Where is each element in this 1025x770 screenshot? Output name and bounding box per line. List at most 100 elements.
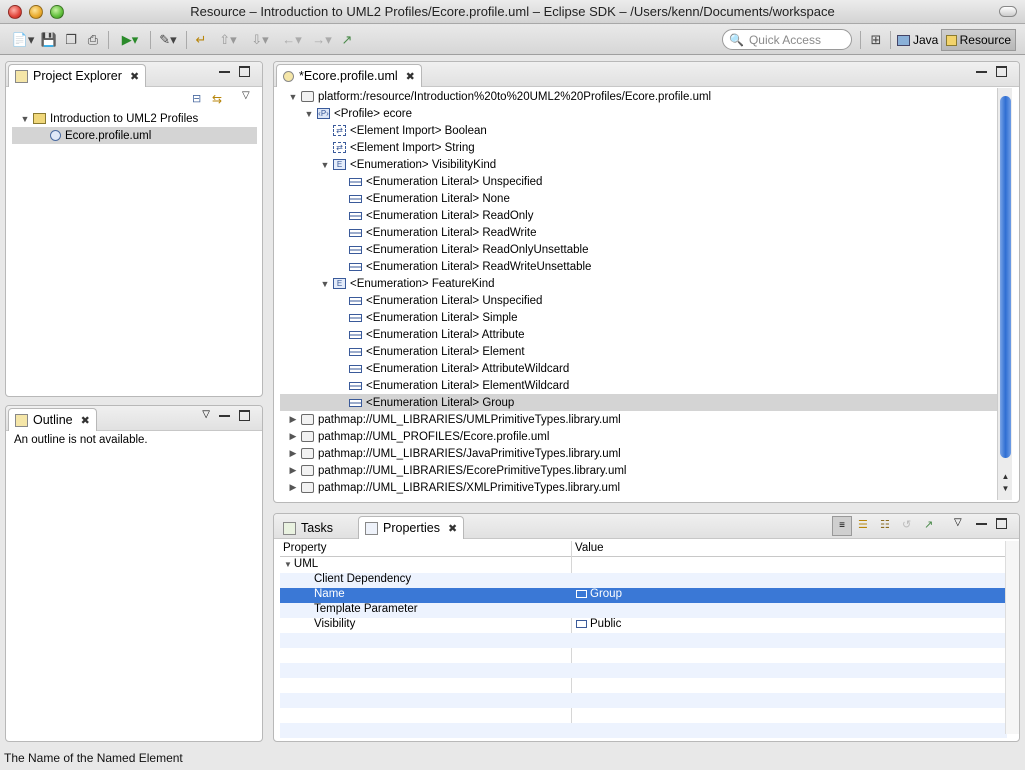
minimize-view-icon[interactable] (219, 410, 230, 417)
expand-icon[interactable]: ▶ (288, 482, 298, 493)
tree-node[interactable]: <Enumeration Literal> Group (280, 394, 997, 411)
last-edit-icon[interactable]: ↵ (192, 30, 210, 50)
collapse-icon[interactable]: ▼ (320, 279, 330, 289)
expand-icon[interactable]: ▶ (288, 414, 298, 425)
property-row[interactable]: Client Dependency (280, 573, 1007, 588)
show-advanced-icon[interactable]: ☰ (858, 518, 868, 531)
expand-icon[interactable]: ▶ (288, 448, 298, 459)
tree-node[interactable]: ▶ pathmap://UML_LIBRARIES/UMLPrimitiveTyp… (288, 411, 621, 428)
tree-node[interactable]: <Enumeration Literal> ReadWriteUnsettabl… (336, 258, 591, 275)
property-value[interactable]: Group (576, 588, 622, 600)
tree-node[interactable]: <Enumeration Literal> ReadOnlyUnsettable (336, 241, 588, 258)
tree-node[interactable]: ▶ pathmap://UML_PROFILES/Ecore.profile.um… (288, 428, 550, 445)
link-with-editor-icon[interactable]: ⇆ (212, 92, 222, 106)
editor-scrollbar[interactable]: ▲ ▼ (997, 88, 1012, 500)
expand-icon[interactable]: ▶ (288, 431, 298, 442)
property-value[interactable]: Public (576, 618, 621, 630)
tree-node[interactable]: <Enumeration Literal> ReadOnly (336, 207, 534, 224)
tree-node[interactable]: ⇄ <Element Import> String (320, 139, 475, 156)
perspective-java[interactable]: Java (893, 29, 942, 51)
tree-node[interactable]: ▼ E <Enumeration> FeatureKind (320, 275, 495, 292)
quick-access-input[interactable]: 🔍 Quick Access (722, 29, 852, 50)
tree-item-project[interactable]: ▼ Introduction to UML2 Profiles (20, 110, 199, 127)
tree-node[interactable]: <Enumeration Literal> ElementWildcard (336, 377, 569, 394)
tree-node[interactable]: <Enumeration Literal> Element (336, 343, 525, 360)
scroll-down-icon[interactable]: ▼ (998, 484, 1013, 496)
close-icon[interactable]: ✖ (448, 522, 457, 535)
tree-node[interactable]: ▼ E <Enumeration> VisibilityKind (320, 156, 497, 173)
tree-node[interactable]: <Enumeration Literal> AttributeWildcard (336, 360, 569, 377)
property-name: Visibility (314, 618, 356, 630)
tab-properties[interactable]: Properties ✖ (358, 516, 465, 539)
collapse-icon[interactable]: ▼ (304, 109, 314, 119)
close-icon[interactable]: ✖ (81, 414, 90, 427)
view-menu-icon[interactable]: ▽ (242, 90, 250, 101)
pencil-icon[interactable]: ✎▾ (154, 30, 182, 50)
tree-node[interactable]: ⇄ <Element Import> Boolean (320, 122, 487, 139)
minimize-editor-icon[interactable] (976, 66, 987, 73)
tree-node[interactable]: ▶ pathmap://UML_LIBRARIES/XMLPrimitiveTyp… (288, 479, 621, 496)
maximize-view-icon[interactable] (239, 410, 250, 421)
toolbar-toggle-button[interactable] (999, 6, 1017, 17)
tree-node[interactable]: <Enumeration Literal> Attribute (336, 326, 525, 343)
uml-file-icon (50, 130, 61, 141)
tree-node[interactable]: <Enumeration Literal> Unspecified (336, 173, 542, 190)
view-menu-icon[interactable]: ▽ (202, 409, 210, 420)
tree-node[interactable]: <Enumeration Literal> Simple (336, 309, 518, 326)
view-menu-icon[interactable]: ▽ (954, 517, 962, 528)
save-icon[interactable]: 💾 (40, 30, 58, 50)
close-icon[interactable]: ✖ (406, 70, 415, 83)
pin-icon[interactable]: ↗ (924, 518, 933, 531)
maximize-view-icon[interactable] (996, 518, 1007, 529)
close-icon[interactable]: ✖ (130, 70, 139, 83)
property-row[interactable]: Name Group (280, 588, 1007, 603)
collapse-icon[interactable]: ▼ (288, 92, 298, 102)
collapse-icon[interactable]: ▼ (320, 160, 330, 170)
open-perspective-icon[interactable]: ⊞ (866, 30, 886, 50)
scroll-up-icon[interactable]: ▲ (998, 472, 1013, 484)
scrollbar-thumb[interactable] (1000, 96, 1011, 458)
tree-node[interactable]: <Enumeration Literal> ReadWrite (336, 224, 536, 241)
prev-annotation-icon[interactable]: ⇧▾ (214, 30, 242, 50)
maximize-editor-icon[interactable] (996, 66, 1007, 77)
minimize-view-icon[interactable] (976, 518, 987, 525)
tab-outline[interactable]: Outline ✖ (8, 408, 97, 431)
tab-project-explorer[interactable]: Project Explorer ✖ (8, 64, 147, 87)
property-row[interactable]: ▼ UML (280, 558, 1007, 573)
minimize-view-icon[interactable] (219, 66, 230, 73)
collapse-icon[interactable]: ▼ (284, 560, 292, 569)
tree-node[interactable]: <Enumeration Literal> Unspecified (336, 292, 542, 309)
show-categories-icon[interactable]: ≡ (832, 516, 852, 536)
property-row[interactable]: Template Parameter (280, 603, 1007, 618)
maximize-view-icon[interactable] (239, 66, 250, 77)
new-icon[interactable]: 📄▾ (10, 30, 36, 50)
tree-node[interactable]: ▼ platform:/resource/Introduction%20to%20… (288, 88, 712, 105)
project-folder-icon (33, 113, 46, 124)
collapse-all-icon[interactable]: ⊟ (192, 92, 201, 105)
perspective-resource[interactable]: Resource (941, 29, 1016, 51)
restore-default-icon[interactable]: ↺ (902, 518, 911, 531)
column-property[interactable]: Property (283, 542, 326, 554)
outline-panel: Outline ✖ ▽ An outline is not available. (5, 405, 263, 742)
tree-node[interactable]: <Enumeration Literal> None (336, 190, 510, 207)
pin-editor-icon[interactable]: ↗ (338, 30, 356, 50)
column-value[interactable]: Value (575, 542, 604, 554)
tree-item-file[interactable]: Ecore.profile.uml (12, 127, 257, 144)
expand-icon[interactable]: ▶ (288, 465, 298, 476)
tree-node[interactable]: ▶ pathmap://UML_LIBRARIES/JavaPrimitiveTy… (288, 445, 621, 462)
tree-node[interactable]: ▼ ‹P› <Profile> ecore (304, 105, 412, 122)
profile-icon: ‹P› (317, 108, 330, 119)
print-icon[interactable]: ⎙ (84, 30, 102, 50)
run-icon[interactable]: ▶▾ (114, 30, 146, 50)
property-row[interactable]: Visibility Public (280, 618, 1007, 633)
back-icon[interactable]: ←▾ (278, 30, 306, 50)
tab-editor[interactable]: *Ecore.profile.uml ✖ (276, 64, 422, 87)
filter-icon[interactable]: ☷ (880, 518, 890, 531)
save-all-icon[interactable]: ❐ (62, 30, 80, 50)
forward-icon[interactable]: →▾ (308, 30, 336, 50)
next-annotation-icon[interactable]: ⇩▾ (246, 30, 274, 50)
properties-scrollbar[interactable] (1005, 541, 1019, 734)
tab-tasks[interactable]: Tasks (276, 516, 340, 539)
expand-icon[interactable]: ▼ (20, 114, 30, 124)
tree-node[interactable]: ▶ pathmap://UML_LIBRARIES/EcorePrimitiveT… (288, 462, 627, 479)
